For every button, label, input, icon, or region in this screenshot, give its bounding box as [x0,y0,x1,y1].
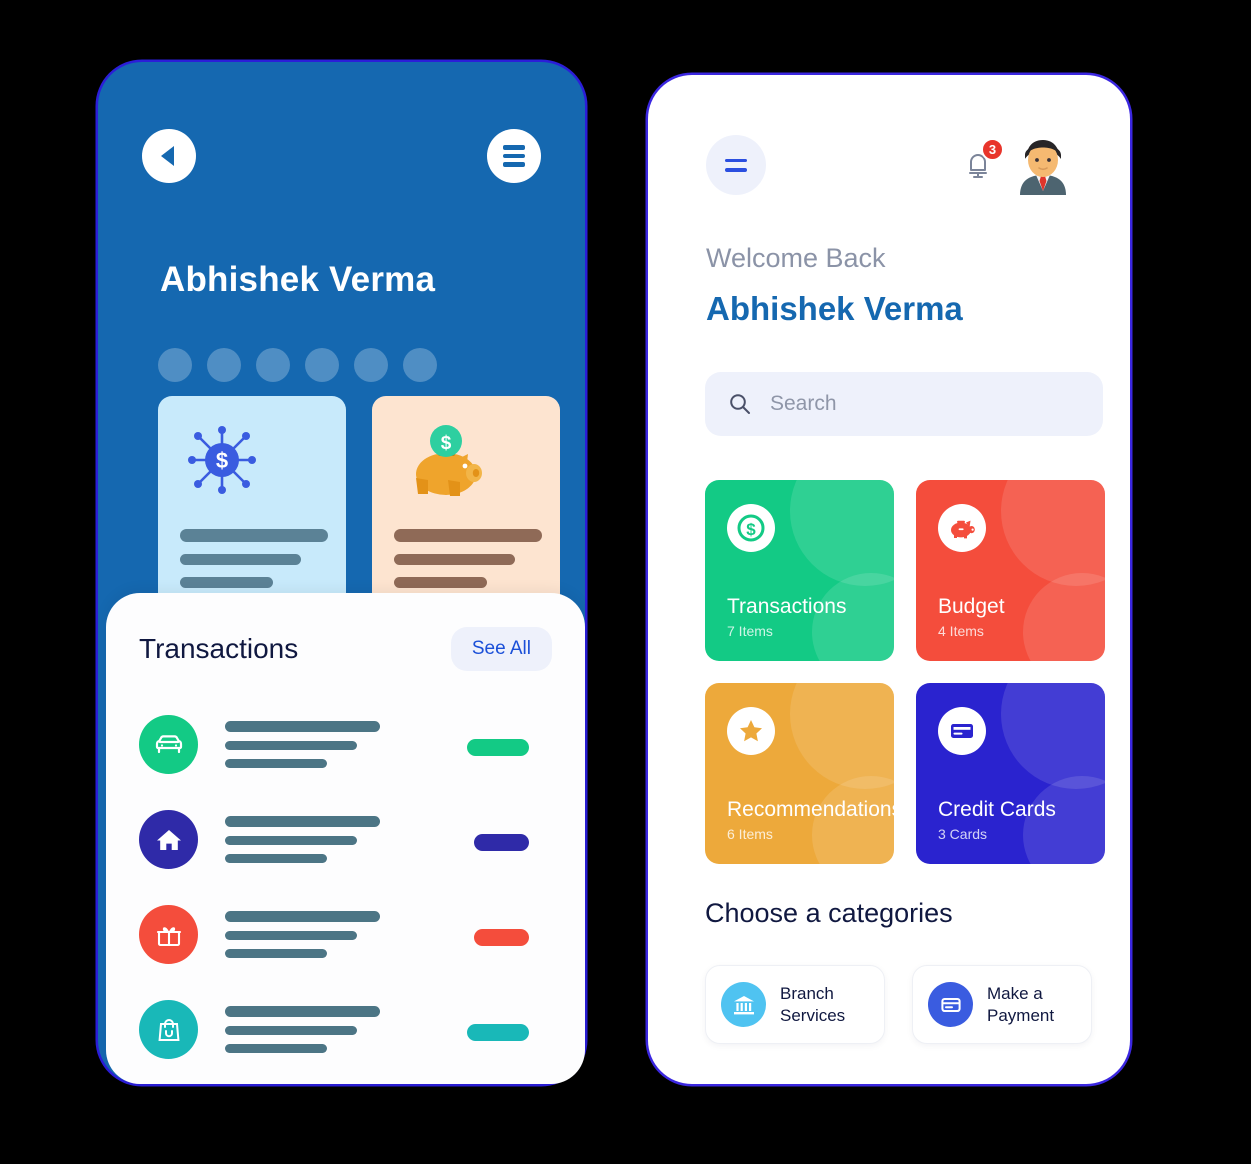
tile-credit-cards[interactable]: Credit Cards 3 Cards [916,683,1105,864]
placeholder-bars [225,721,380,768]
credit-card-icon [928,982,973,1027]
amount-pill [474,929,529,946]
pager-dots[interactable] [158,348,437,382]
promo-card-row: $ $ [158,396,560,610]
decorative-circle [790,683,894,789]
bank-icon [721,982,766,1027]
credit-card-icon [938,707,986,755]
transactions-panel: Transactions See All [106,593,585,1084]
category-label-line2: Payment [987,1005,1055,1025]
table-row[interactable] [139,982,529,1077]
categories-row: Branch Services Make a Payment [705,965,1092,1044]
right-phone-screen: 3 Welcome Back Abhishek Verma Search $ T… [648,75,1130,1084]
tile-text: Credit Cards 3 Cards [938,798,1056,842]
svg-text:$: $ [746,520,756,539]
tile-subtitle: 7 Items [727,623,773,639]
car-icon [139,715,198,774]
category-label-line1: Branch [780,984,834,1004]
hamburger-menu-icon [725,158,747,162]
placeholder-bars [225,816,380,863]
pager-dot[interactable] [403,348,437,382]
amount-pill [467,739,529,756]
tile-title: Recommendations [727,798,894,821]
decorative-circle [1001,683,1105,789]
pager-dot[interactable] [354,348,388,382]
tile-text: Recommendations 6 Items [727,798,894,842]
menu-button[interactable] [706,135,766,195]
notifications-button[interactable]: 3 [958,138,1004,189]
menu-button[interactable] [487,129,541,183]
category-label-line2: Services [780,1005,846,1025]
tile-text: Transactions 7 Items [727,595,846,639]
user-name: Abhishek Verma [706,290,963,327]
tile-subtitle: 6 Items [727,826,773,842]
tile-text: Budget 4 Items [938,595,1005,639]
transactions-panel-header: Transactions See All [139,627,552,671]
hamburger-menu-icon [725,168,747,172]
search-input[interactable]: Search [705,372,1103,436]
search-placeholder: Search [770,392,837,415]
transactions-title: Transactions [139,633,299,664]
amount-pill [474,834,529,851]
svg-text:$: $ [216,448,228,473]
tile-transactions[interactable]: $ Transactions 7 Items [705,480,894,661]
decorative-circle [790,480,894,586]
dollar-circle-icon: $ [727,504,775,552]
pager-dot[interactable] [305,348,339,382]
decorative-circle [1023,573,1105,661]
gift-icon [139,905,198,964]
see-all-button[interactable]: See All [450,627,552,671]
shopping-bag-icon [139,1000,198,1059]
tile-title: Credit Cards [938,798,1056,821]
star-icon [727,707,775,755]
svg-text:$: $ [441,433,452,454]
feature-tiles: $ Transactions 7 Items Budget 4 Items Re… [705,480,1105,864]
decorative-circle [1001,480,1105,586]
pager-dot[interactable] [256,348,290,382]
tile-subtitle: 3 Cards [938,826,988,842]
categories-heading: Choose a categories [705,898,953,928]
tile-title: Budget [938,595,1005,618]
table-row[interactable] [139,792,529,887]
placeholder-bars [225,1006,380,1053]
piggy-bank-icon: $ [408,418,488,507]
tile-budget[interactable]: Budget 4 Items [916,480,1105,661]
right-phone-shadow-foot [1120,1085,1238,1101]
category-make-a-payment[interactable]: Make a Payment [912,965,1092,1044]
right-topbar: 3 [706,135,1072,195]
tile-subtitle: 4 Items [938,623,984,639]
hamburger-menu-icon [503,145,525,167]
money-network-card[interactable]: $ [158,396,346,610]
category-label: Make a Payment [987,983,1054,1026]
transactions-list [139,697,529,1077]
home-icon [139,810,198,869]
dollar-network-icon: $ [180,418,264,507]
tile-recommendations[interactable]: Recommendations 6 Items [705,683,894,864]
search-icon [730,394,750,414]
pager-dot[interactable] [207,348,241,382]
chevron-left-icon [160,146,174,166]
savings-card[interactable]: $ [372,396,560,610]
placeholder-bars [225,911,380,958]
category-branch-services[interactable]: Branch Services [705,965,885,1044]
avatar[interactable] [1014,135,1072,195]
greeting-text: Welcome Back [706,243,886,273]
table-row[interactable] [139,697,529,792]
placeholder-bars [394,529,542,588]
back-button[interactable] [142,129,196,183]
category-label-line1: Make a [987,984,1043,1004]
amount-pill [467,1024,529,1041]
tile-title: Transactions [727,595,847,618]
table-row[interactable] [139,887,529,982]
notification-badge: 3 [981,138,1004,161]
left-topbar [142,129,541,183]
category-label: Branch Services [780,983,845,1026]
profile-name-title: Abhishek Verma [160,260,436,299]
placeholder-bars [180,529,328,588]
app-mockup-stage: Abhishek Verma $ $ Transactions See All … [0,0,1251,1164]
piggy-bank-icon [938,504,986,552]
pager-dot[interactable] [158,348,192,382]
